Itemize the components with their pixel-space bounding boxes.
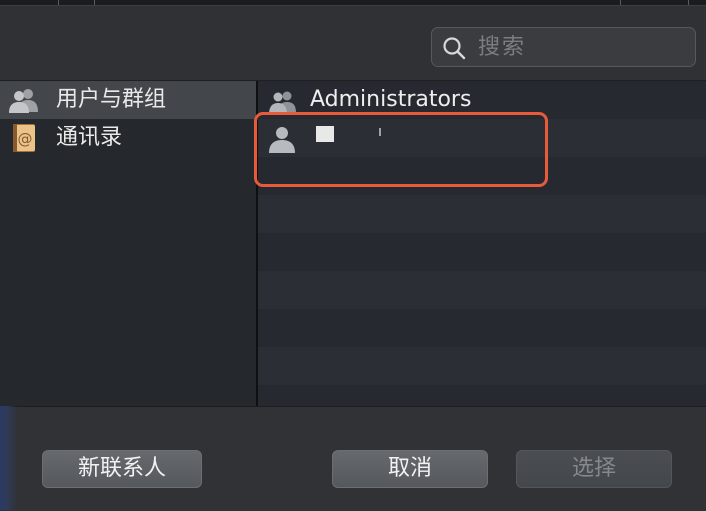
row-label: Administrators bbox=[310, 87, 472, 112]
search-icon bbox=[443, 37, 466, 60]
group-icon bbox=[269, 91, 296, 114]
list-row-empty bbox=[258, 271, 706, 309]
list-row-empty bbox=[258, 347, 706, 385]
list-row-empty bbox=[258, 233, 706, 271]
users-icon bbox=[9, 89, 38, 113]
dialog-header: 搜索 bbox=[0, 6, 706, 80]
list-row-empty bbox=[258, 195, 706, 233]
redacted-name-block bbox=[316, 126, 334, 142]
list-row-empty bbox=[258, 309, 706, 347]
sidebar: 用户与群组 @ 通讯录 bbox=[0, 81, 258, 407]
search-input[interactable]: 搜索 bbox=[478, 34, 526, 62]
new-contact-button[interactable]: 新联系人 bbox=[42, 450, 202, 488]
list-row-user[interactable] bbox=[258, 119, 706, 157]
redacted-mark bbox=[379, 128, 381, 136]
user-icon bbox=[269, 127, 295, 153]
sidebar-item-label: 通讯录 bbox=[56, 125, 123, 150]
list-row-administrators[interactable]: Administrators bbox=[258, 81, 706, 119]
sidebar-item-users-groups[interactable]: 用户与群组 bbox=[0, 81, 256, 119]
footer-edge-decoration bbox=[0, 406, 18, 510]
svg-text:@: @ bbox=[18, 130, 33, 148]
member-list: Administrators bbox=[258, 81, 706, 407]
contacts-book-icon: @ bbox=[13, 124, 35, 152]
list-row-empty bbox=[258, 157, 706, 195]
search-field[interactable]: 搜索 bbox=[431, 27, 696, 67]
sidebar-item-contacts[interactable]: @ 通讯录 bbox=[0, 119, 256, 157]
select-button[interactable]: 选择 bbox=[516, 450, 672, 488]
sidebar-item-label: 用户与群组 bbox=[56, 87, 167, 112]
dialog-content: 用户与群组 @ 通讯录 Administrators bbox=[0, 80, 706, 407]
cancel-button[interactable]: 取消 bbox=[332, 450, 488, 488]
